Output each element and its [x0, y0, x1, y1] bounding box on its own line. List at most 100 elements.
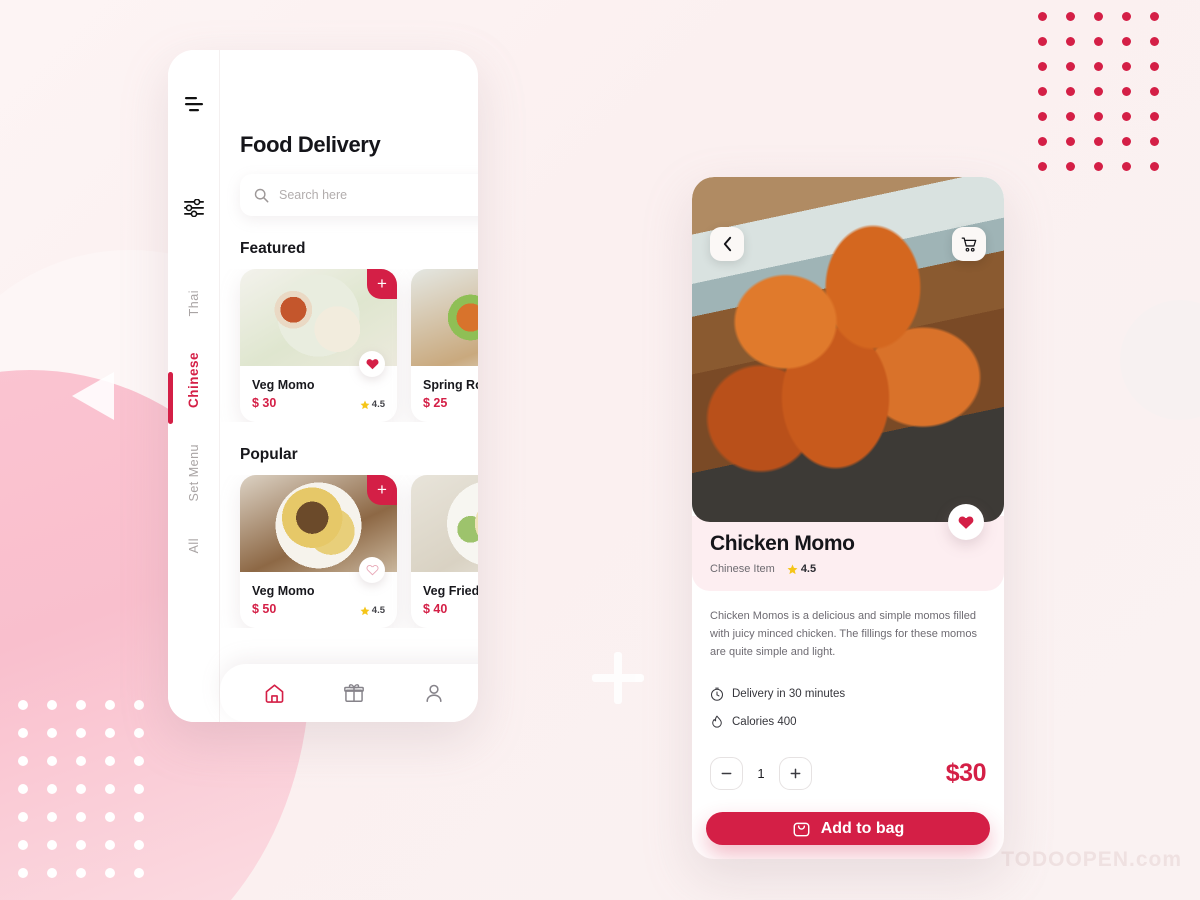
white-dot	[105, 784, 115, 794]
white-dot	[134, 840, 144, 850]
detail-category: Chinese Item	[710, 563, 775, 575]
plus-icon: +	[377, 273, 387, 293]
red-dot	[1038, 12, 1047, 21]
red-dot	[1094, 62, 1103, 71]
red-dot	[1150, 162, 1159, 171]
detail-body: Chicken Momos is a delicious and simple …	[692, 591, 1004, 791]
red-dot	[1150, 12, 1159, 21]
back-button[interactable]	[710, 227, 744, 261]
food-image: +	[411, 475, 478, 572]
red-dot	[1150, 62, 1159, 71]
detail-rating: 4.5	[787, 563, 816, 575]
gift-icon	[344, 684, 365, 702]
food-card[interactable]: + Spring Roll $ 254.5	[411, 269, 478, 422]
category-item-set-menu[interactable]: Set Menu	[187, 444, 201, 538]
quantity-price-row: 1 $30	[710, 757, 987, 791]
white-dot	[18, 700, 28, 710]
white-dot	[105, 840, 115, 850]
food-price: $ 40	[423, 602, 448, 616]
white-dot	[18, 756, 28, 766]
category-item-all[interactable]: All	[187, 538, 201, 589]
food-rating: 4.5	[360, 605, 385, 616]
food-sections: FeaturedView All+Veg Momo$ 304.5+Spring …	[220, 216, 478, 628]
category-rail: Thai Chinese Set Menu All	[168, 290, 219, 722]
white-dot	[47, 756, 57, 766]
profile-icon	[426, 684, 442, 703]
detail-price: $30	[945, 759, 987, 788]
tab-home[interactable]	[257, 676, 292, 711]
plus-decoration	[592, 652, 644, 704]
food-list-screen: Thai Chinese Set Menu All 1 Food Delivery	[168, 50, 478, 722]
page-title: Food Delivery	[240, 132, 381, 157]
favorite-button[interactable]	[948, 504, 984, 540]
star-icon	[360, 400, 370, 409]
white-dot	[47, 868, 57, 878]
favorite-toggle[interactable]	[359, 557, 385, 583]
category-active-indicator	[168, 372, 173, 425]
white-dot	[18, 728, 28, 738]
quantity-decrease-button[interactable]	[710, 757, 743, 791]
triangle-decoration	[72, 372, 114, 420]
detail-rating-value: 4.5	[800, 563, 817, 575]
red-dot	[1122, 12, 1131, 21]
flame-icon	[712, 716, 722, 729]
favorite-toggle[interactable]	[359, 351, 385, 377]
plus-icon	[790, 769, 801, 779]
category-item-chinese[interactable]: Chinese	[168, 352, 201, 444]
category-label: Thai	[186, 290, 201, 317]
add-item-button[interactable]: +	[367, 269, 397, 299]
white-dot	[105, 756, 115, 766]
section-title: Featured	[240, 239, 306, 257]
detail-description: Chicken Momos is a delicious and simple …	[710, 610, 977, 659]
detail-cart-button[interactable]	[952, 227, 986, 261]
tab-gift[interactable]	[337, 676, 371, 710]
add-item-button[interactable]: +	[367, 475, 397, 505]
white-dot	[47, 812, 57, 822]
section-title: Popular	[240, 445, 298, 463]
quantity-increase-button[interactable]	[779, 757, 812, 791]
food-name: Veg Momo	[252, 378, 315, 392]
delivery-info-row: Delivery in 30 minutes	[710, 687, 986, 702]
red-dot	[1094, 12, 1103, 21]
grey-circle-blob	[1120, 300, 1200, 420]
delivery-info-text: Delivery in 30 minutes	[732, 688, 846, 701]
white-dot	[76, 812, 86, 822]
white-dot	[47, 840, 57, 850]
white-dot	[105, 868, 115, 878]
food-price: $ 50	[252, 602, 277, 616]
white-dot	[76, 700, 86, 710]
white-dot	[134, 812, 144, 822]
red-dot	[1038, 112, 1047, 121]
white-dot	[105, 728, 115, 738]
search-input[interactable]	[279, 188, 478, 202]
red-dot	[1066, 62, 1075, 71]
food-card[interactable]: + Veg Momo $ 50 4.5	[240, 475, 397, 628]
search-bar[interactable]	[240, 174, 478, 216]
red-dot	[1094, 112, 1103, 121]
search-icon	[254, 188, 269, 202]
food-detail-screen: Chicken Momo Chinese Item 4.5 Chicken Mo…	[692, 177, 1004, 859]
food-card[interactable]: + Veg Fried Rice $ 404.5	[411, 475, 478, 628]
hamburger-menu-icon[interactable]	[183, 96, 205, 117]
category-label: All	[186, 537, 201, 554]
tab-profile[interactable]	[417, 676, 451, 710]
minus-icon	[721, 773, 732, 775]
red-dot	[1122, 162, 1131, 171]
filter-sliders-icon[interactable]	[183, 198, 205, 222]
food-card[interactable]: + Veg Momo $ 30 4.5	[240, 269, 397, 422]
food-card-info: Spring Roll $ 254.5	[411, 366, 478, 422]
food-name: Veg Fried Rice	[423, 584, 478, 598]
white-dot	[47, 700, 57, 710]
food-rating: 4.5	[360, 399, 385, 410]
red-dot	[1094, 87, 1103, 96]
plus-icon: +	[377, 479, 387, 499]
food-name: Spring Roll	[423, 378, 478, 392]
white-dot-grid	[18, 700, 163, 896]
white-dot	[76, 784, 86, 794]
white-dot	[18, 784, 28, 794]
food-card-row: + Veg Momo $ 50 4.5 + Veg Fried Rice $ 404.5	[220, 475, 478, 628]
add-to-bag-button[interactable]: Add to bag	[706, 812, 990, 845]
white-dot	[18, 840, 28, 850]
category-item-thai[interactable]: Thai	[187, 290, 201, 352]
list-header: 1 Food Delivery	[220, 50, 478, 216]
